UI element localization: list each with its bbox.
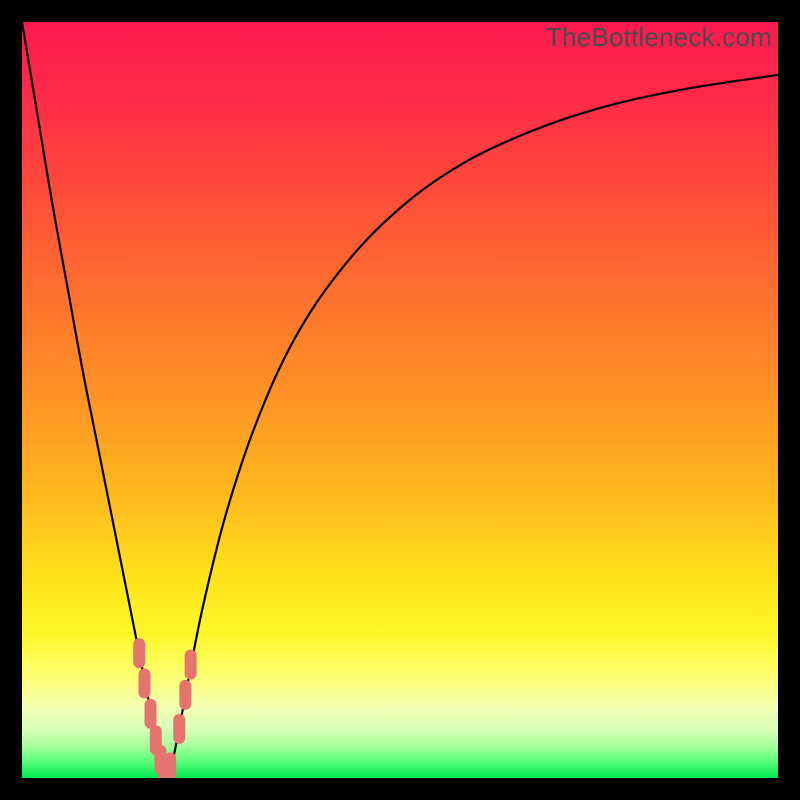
data-point-marker	[145, 699, 157, 729]
data-point-marker	[179, 680, 191, 710]
chart-frame: TheBottleneck.com	[0, 0, 800, 800]
data-point-marker	[185, 650, 197, 680]
marker-layer	[22, 22, 778, 778]
data-point-marker	[138, 669, 150, 699]
watermark-text: TheBottleneck.com	[546, 22, 772, 53]
data-point-marker	[173, 714, 185, 744]
plot-area: TheBottleneck.com	[22, 22, 778, 778]
data-point-marker	[133, 638, 145, 668]
data-point-marker	[164, 752, 176, 778]
